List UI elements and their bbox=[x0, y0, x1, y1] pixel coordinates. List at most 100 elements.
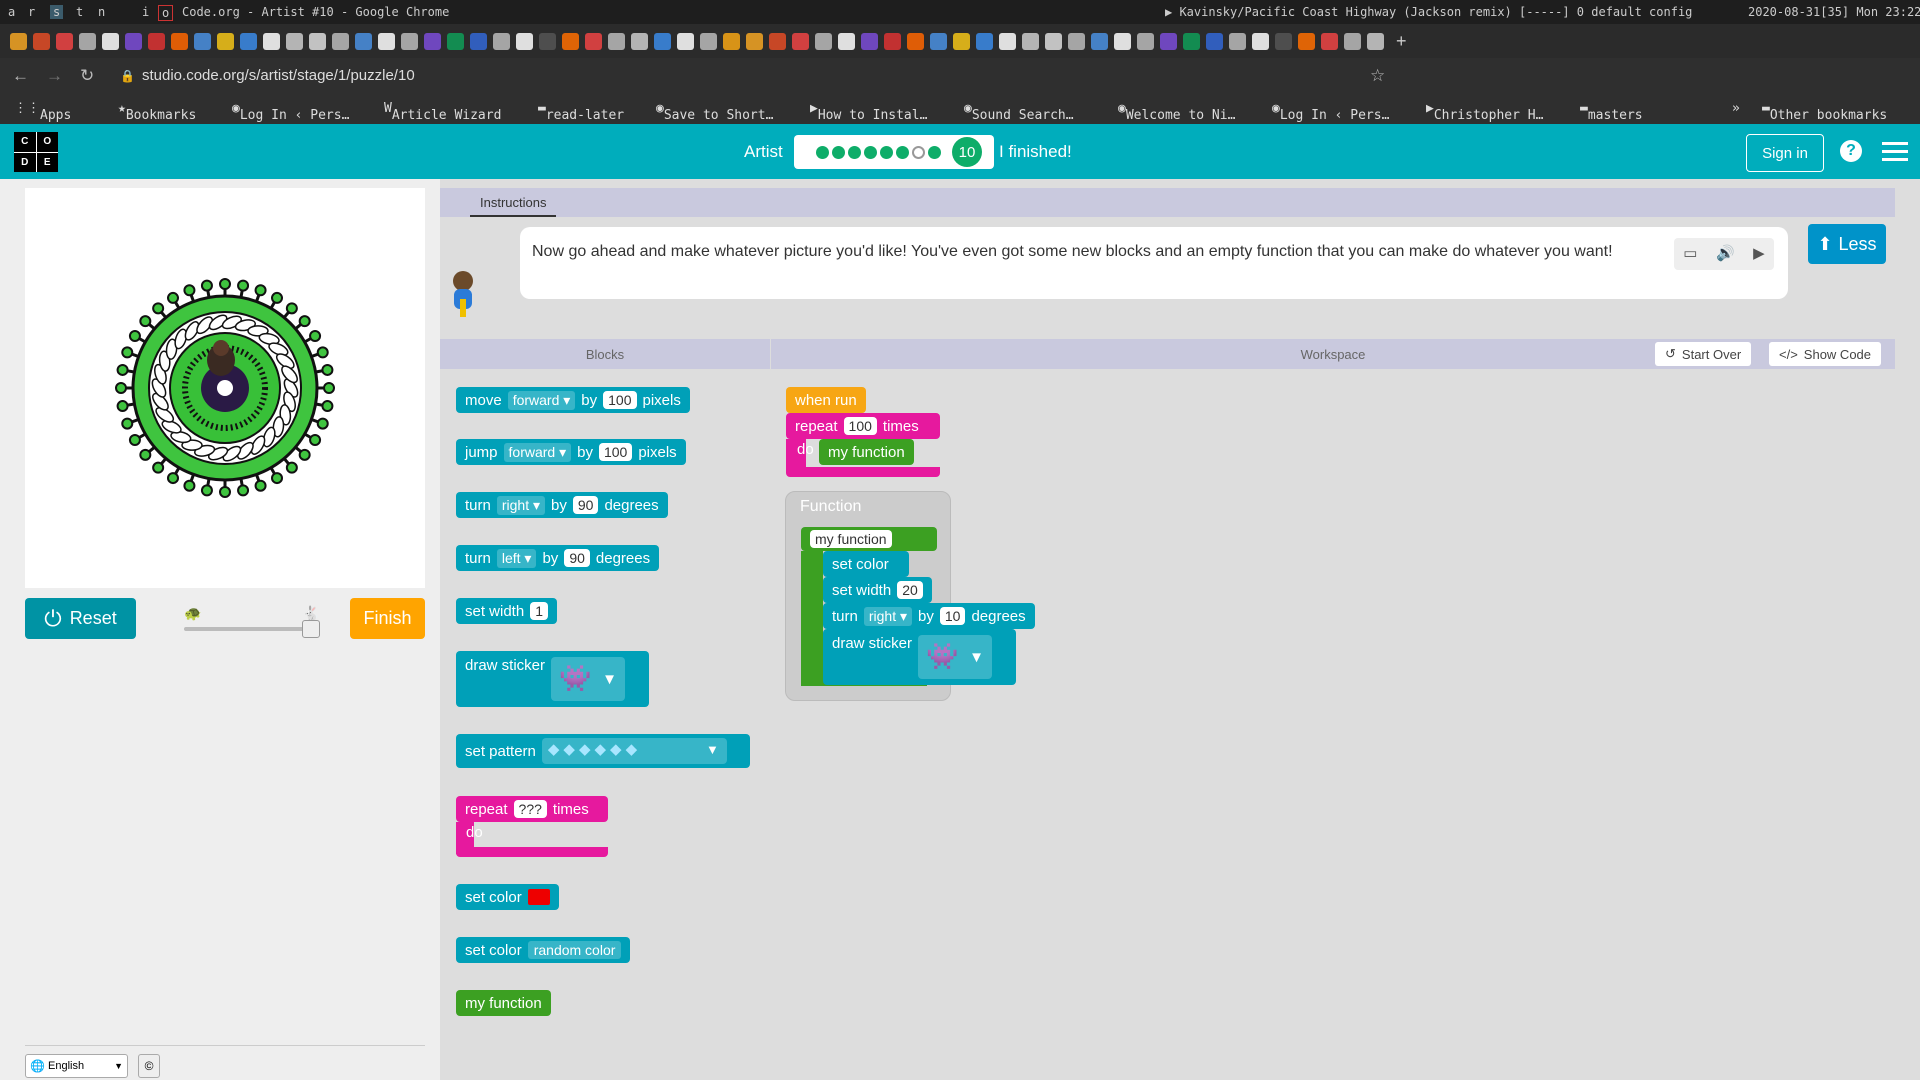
block-my-function[interactable]: my function bbox=[456, 990, 551, 1016]
tab-instructions[interactable]: Instructions bbox=[470, 195, 557, 217]
browser-tab-icon[interactable] bbox=[194, 32, 211, 50]
workspace-r[interactable]: r bbox=[28, 5, 35, 19]
browser-tab-icon[interactable] bbox=[125, 32, 142, 50]
workspace-n[interactable]: n bbox=[98, 5, 105, 19]
browser-tab-icon[interactable] bbox=[562, 32, 579, 50]
browser-tab-icon[interactable] bbox=[217, 32, 234, 50]
progress-dot-7[interactable] bbox=[912, 146, 925, 159]
browser-tab-icon[interactable] bbox=[930, 32, 947, 50]
browser-tab-icon[interactable] bbox=[171, 32, 188, 50]
finished-link[interactable]: I finished! bbox=[999, 142, 1072, 162]
less-button[interactable]: ⬆ Less bbox=[1808, 224, 1886, 264]
code-org-logo[interactable]: CO DE bbox=[14, 132, 58, 172]
browser-tab-icon[interactable] bbox=[1091, 32, 1108, 50]
browser-tab-icon[interactable] bbox=[700, 32, 717, 50]
progress-dot-8[interactable] bbox=[928, 146, 941, 159]
sticker-dropdown[interactable]: 👾 ▼ bbox=[551, 657, 626, 701]
browser-tab-icon[interactable] bbox=[493, 32, 510, 50]
browser-tab-icon[interactable] bbox=[79, 32, 96, 50]
bookmark-folder-bookmarks[interactable]: ★ Bookmarks bbox=[118, 101, 196, 123]
bookmark-read-later[interactable]: ▬ read-later bbox=[538, 101, 624, 123]
sign-in-button[interactable]: Sign in bbox=[1746, 134, 1824, 172]
browser-tab-icon[interactable] bbox=[631, 32, 648, 50]
new-tab-icon[interactable]: + bbox=[1396, 31, 1407, 52]
browser-tab-icon[interactable] bbox=[470, 32, 487, 50]
block-set-width[interactable]: set width 1 bbox=[456, 598, 557, 624]
start-over-button[interactable]: ↺ Start Over bbox=[1655, 342, 1752, 366]
block-set-color[interactable]: set color bbox=[456, 884, 559, 910]
browser-tab-icon[interactable] bbox=[447, 32, 464, 50]
browser-tab-icon[interactable] bbox=[861, 32, 878, 50]
browser-tab-icon[interactable] bbox=[332, 32, 349, 50]
reset-button[interactable]: ⏻ Reset bbox=[25, 598, 136, 639]
progress-dot-1[interactable] bbox=[816, 146, 829, 159]
workspace-t[interactable]: t bbox=[76, 5, 83, 19]
browser-tab-icon[interactable] bbox=[838, 32, 855, 50]
block-turn-right[interactable]: turn right ▾ by 90 degrees bbox=[456, 492, 668, 518]
workspace-a[interactable]: a bbox=[8, 5, 15, 19]
block-set-pattern[interactable]: set pattern ◆◆◆◆◆◆ ▼ bbox=[456, 734, 750, 768]
browser-tab-icon[interactable] bbox=[769, 32, 786, 50]
workspace-i[interactable]: i bbox=[142, 5, 149, 19]
star-icon[interactable]: ☆ bbox=[1370, 66, 1385, 86]
fn-draw-sticker-block[interactable]: draw sticker 👾 ▼ bbox=[823, 629, 1016, 685]
copyright-button[interactable]: © bbox=[138, 1054, 160, 1078]
browser-tab-icon[interactable] bbox=[1114, 32, 1131, 50]
play-icon[interactable]: ▶ bbox=[1753, 241, 1765, 267]
current-level-badge[interactable]: 10 bbox=[952, 137, 982, 167]
browser-tab-icon[interactable] bbox=[1068, 32, 1085, 50]
browser-tab-icon[interactable] bbox=[263, 32, 280, 50]
browser-tab-icon[interactable] bbox=[401, 32, 418, 50]
browser-tab-icon[interactable] bbox=[746, 32, 763, 50]
browser-tab-icon[interactable] bbox=[1252, 32, 1269, 50]
bookmark-article-wizard[interactable]: W Article Wizard bbox=[384, 101, 501, 123]
block-jump-forward[interactable]: jump forward ▾ by 100 pixels bbox=[456, 439, 686, 465]
browser-tab-icon[interactable] bbox=[585, 32, 602, 50]
browser-tab-icon[interactable] bbox=[1344, 32, 1361, 50]
forward-icon[interactable]: → bbox=[46, 66, 63, 86]
pattern-dropdown[interactable]: ◆◆◆◆◆◆ ▼ bbox=[541, 738, 727, 764]
browser-tab-icon[interactable] bbox=[378, 32, 395, 50]
browser-tab-icon[interactable] bbox=[516, 32, 533, 50]
progress-dot-4[interactable] bbox=[864, 146, 877, 159]
finish-button[interactable]: Finish bbox=[350, 598, 425, 639]
progress-dot-3[interactable] bbox=[848, 146, 861, 159]
workspace-o[interactable]: o bbox=[158, 5, 174, 21]
translate-icon[interactable]: ▭ bbox=[1683, 241, 1697, 267]
browser-tab-icon[interactable] bbox=[33, 32, 50, 50]
browser-tab-icon[interactable] bbox=[999, 32, 1016, 50]
bookmark-log-in-2[interactable]: ◉ Log In ‹ Pers… bbox=[1272, 101, 1389, 123]
block-set-color-random[interactable]: set color random color bbox=[456, 937, 631, 963]
browser-tab-icon[interactable] bbox=[355, 32, 372, 50]
browser-tab-icon[interactable] bbox=[148, 32, 165, 50]
browser-tab-icon[interactable] bbox=[1298, 32, 1315, 50]
when-run-block[interactable]: when run bbox=[786, 387, 866, 413]
browser-tab-icon[interactable] bbox=[1206, 32, 1223, 50]
browser-tab-icon[interactable] bbox=[539, 32, 556, 50]
speed-slider-handle[interactable] bbox=[302, 620, 320, 638]
browser-tab-icon[interactable] bbox=[1045, 32, 1062, 50]
bookmark-save-to-short[interactable]: ◉ Save to Short… bbox=[656, 101, 773, 123]
back-icon[interactable]: ← bbox=[12, 66, 29, 86]
workspace-s[interactable]: s bbox=[50, 5, 64, 19]
bookmark-log-in-1[interactable]: ◉ Log In ‹ Pers… bbox=[232, 101, 349, 123]
browser-tab-icon[interactable] bbox=[56, 32, 73, 50]
browser-tab-icon[interactable] bbox=[1321, 32, 1338, 50]
help-icon[interactable]: ? bbox=[1840, 140, 1862, 162]
browser-tab-icon[interactable] bbox=[1367, 32, 1384, 50]
show-code-button[interactable]: </> Show Code bbox=[1769, 342, 1882, 366]
browser-tab-icon[interactable] bbox=[1229, 32, 1246, 50]
color-swatch[interactable] bbox=[527, 889, 550, 905]
browser-tab-icon[interactable] bbox=[677, 32, 694, 50]
fn-turn-right-block[interactable]: turn right ▾ by 10 degrees bbox=[823, 603, 1035, 629]
speed-slider[interactable]: 🐢 🐇 bbox=[182, 605, 322, 639]
language-select[interactable]: 🌐 English ▼ bbox=[25, 1054, 128, 1078]
browser-tab-icon[interactable] bbox=[102, 32, 119, 50]
browser-tab-icon[interactable] bbox=[953, 32, 970, 50]
bookmarks-overflow[interactable]: » bbox=[1732, 101, 1740, 116]
browser-tab-icon[interactable] bbox=[815, 32, 832, 50]
browser-tab-icon[interactable] bbox=[792, 32, 809, 50]
browser-tab-icon[interactable] bbox=[286, 32, 303, 50]
block-move-forward[interactable]: move forward ▾ by 100 pixels bbox=[456, 387, 690, 413]
browser-tab-icon[interactable] bbox=[1022, 32, 1039, 50]
